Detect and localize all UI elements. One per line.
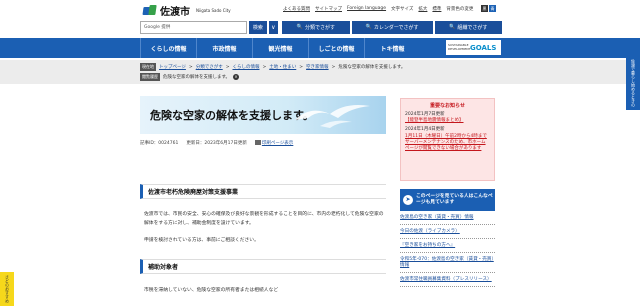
global-nav: くらしの情報 市政情報 観光情報 しごとの情報 トキ情報 SUSTAINABLE… [0, 38, 640, 58]
sitemap-link[interactable]: サイトマップ [315, 6, 342, 12]
arrow-right-icon: ➤ [403, 195, 413, 205]
breadcrumb-link[interactable]: くらしの情報 [232, 64, 259, 70]
page-meta: 記事ID：0024761 更新日：2023年6月17日更新 印刷ページ表示 [140, 140, 293, 146]
search-button[interactable]: 検索 [249, 20, 267, 34]
faq-link[interactable]: よくある質問 [283, 6, 310, 12]
breadcrumb-link[interactable]: 土地・住まい [269, 64, 296, 70]
search-input[interactable]: Google 提供 [140, 20, 248, 34]
section-paragraph: 申請を検討されている方は、事前にご相談ください。 [144, 238, 259, 243]
related-pages-header: ➤ このページを見ている人はこんなページも見ています [400, 189, 495, 211]
related-link[interactable]: 佐渡島の空き家（賃貸・売買）情報 [400, 211, 495, 225]
section-paragraph: 佐渡市では、市民の安全、安心の確保及び良好な景観を形成することを目的に、市内の老… [144, 212, 384, 226]
notice-link[interactable]: 【能登半島地震情報まとめ】 [405, 118, 490, 124]
nav-toki-info[interactable]: トキ情報 [364, 38, 420, 58]
print-link[interactable]: 印刷ページ表示 [254, 140, 294, 146]
organization-search-button[interactable]: 🔍 組織でさがす [434, 20, 502, 34]
section-paragraph: 市税を滞納していない、危険な空家の所有者または相続人など [144, 288, 279, 293]
category-search-label: 分類でさがす [304, 24, 335, 31]
sidebar: 重要なお知らせ 2024年1月7日更新 【能登半島地震情報まとめ】 2024年1… [400, 98, 495, 287]
bg-color-label: 背景色の変更 [446, 7, 474, 12]
related-title: このページを見ている人はこんなページも見ています [416, 194, 493, 205]
search-icon: 🔍 [449, 24, 456, 30]
related-link[interactable]: 佐渡市常住職員募集資料（プレスリリース） [400, 273, 495, 287]
updated-date: 更新日：2023年6月17日更新 [186, 141, 247, 146]
bird-icon [295, 105, 370, 128]
important-notice: 重要なお知らせ 2024年1月7日更新 【能登半島地震情報まとめ】 2024年1… [400, 98, 495, 181]
print-icon [254, 140, 261, 145]
history-bar: 閲覧履歴 危険な空家の解体を支援します。 × [140, 73, 240, 81]
sdgs-banner[interactable]: SUSTAINABLE DEVELOPMENT GOALS [446, 40, 501, 55]
search-options-chevron[interactable]: ∨ [268, 20, 279, 34]
title-banner: 危険な空家の解体を支援します。 [140, 96, 386, 134]
search-icon: 🔍 [365, 24, 372, 30]
history-item[interactable]: 危険な空家の解体を支援します。 [163, 74, 230, 80]
article-id: 記事ID：0024761 [140, 141, 179, 146]
logo-text: 佐渡市 [160, 7, 190, 18]
notice-link[interactable]: 1月11日（木曜日）午前2時から4時までサーバーメンテナンスのため、市ホームペー… [405, 134, 490, 153]
site-header: 佐渡市 Niigata Sado City よくある質問 サイトマップ Fore… [0, 0, 640, 18]
logo-subtitle: Niigata Sado City [196, 8, 231, 13]
notice-title: 重要なお知らせ [430, 103, 465, 109]
breadcrumb-link[interactable]: トップページ [159, 64, 186, 70]
font-size-standard[interactable]: 標準 [432, 6, 441, 12]
nav-city-info[interactable]: 市政情報 [196, 38, 252, 58]
breadcrumb: 現在地 トップページ > 分類でさがす > くらしの情報 > 土地・住まい > 空き家情… [140, 63, 406, 71]
section-heading: 佐渡市老朽危険廃屋対策支援事業 [140, 184, 386, 199]
foreign-language-link[interactable]: Foreign language [347, 6, 386, 12]
history-badge: 閲覧履歴 [140, 73, 160, 81]
site-logo[interactable]: 佐渡市 Niigata Sado City [142, 3, 231, 18]
color-options: 黒 青 [481, 5, 496, 12]
close-icon[interactable]: × [233, 74, 240, 80]
color-black-button[interactable]: 黒 [481, 5, 488, 12]
search-icon: 🔍 [296, 24, 303, 30]
nav-tourism-info[interactable]: 観光情報 [252, 38, 308, 58]
recommend-tab[interactable]: さどのおすすめ [0, 272, 14, 306]
color-blue-button[interactable]: 青 [489, 5, 496, 12]
font-size-label: 文字サイズ [391, 7, 414, 12]
nav-life-info[interactable]: くらしの情報 [140, 38, 196, 58]
living-guide-tab[interactable]: 佐渡で暮らし始めるときの [626, 55, 640, 110]
sdgs-main-text: GOALS [470, 43, 497, 52]
related-link[interactable]: 令和5年-070：佐渡島の空き家（賃貸・売買）情報 [400, 253, 495, 273]
nav-work-info[interactable]: しごとの情報 [308, 38, 364, 58]
breadcrumb-link[interactable]: 分類でさがす [196, 64, 223, 70]
breadcrumb-badge: 現在地 [140, 63, 156, 71]
related-link[interactable]: 『空き家をお持ちの方へ』 [400, 239, 495, 253]
organization-search-label: 組織でさがす [457, 24, 488, 31]
related-links: 佐渡島の空き家（賃貸・売買）情報 今日の佐渡（ライブカメラ） 『空き家をお持ちの… [400, 211, 495, 287]
sdgs-sub-text: SUSTAINABLE DEVELOPMENT [448, 43, 471, 51]
logo-mark-icon [142, 5, 157, 16]
search-bar: Google 提供 検索 ∨ 🔍 分類でさがす 🔍 カレンダーでさがす 🔍 組織… [140, 19, 502, 35]
breadcrumb-current: 危険な空家の解体を支援します。 [338, 65, 406, 70]
header-links: よくある質問 サイトマップ Foreign language 文字サイズ 拡大 … [283, 6, 473, 12]
calendar-search-button[interactable]: 🔍 カレンダーでさがす [351, 20, 433, 34]
section-heading: 補助対象者 [140, 259, 386, 274]
breadcrumb-area: 現在地 トップページ > 分類でさがす > くらしの情報 > 土地・住まい > 空き家情… [0, 60, 640, 84]
font-size-enlarge[interactable]: 拡大 [418, 6, 427, 12]
category-search-button[interactable]: 🔍 分類でさがす [282, 20, 350, 34]
print-label: 印刷ページ表示 [261, 141, 294, 146]
calendar-search-label: カレンダーでさがす [373, 24, 419, 31]
related-link[interactable]: 今日の佐渡（ライブカメラ） [400, 225, 495, 239]
breadcrumb-link[interactable]: 空き家情報 [306, 64, 329, 70]
